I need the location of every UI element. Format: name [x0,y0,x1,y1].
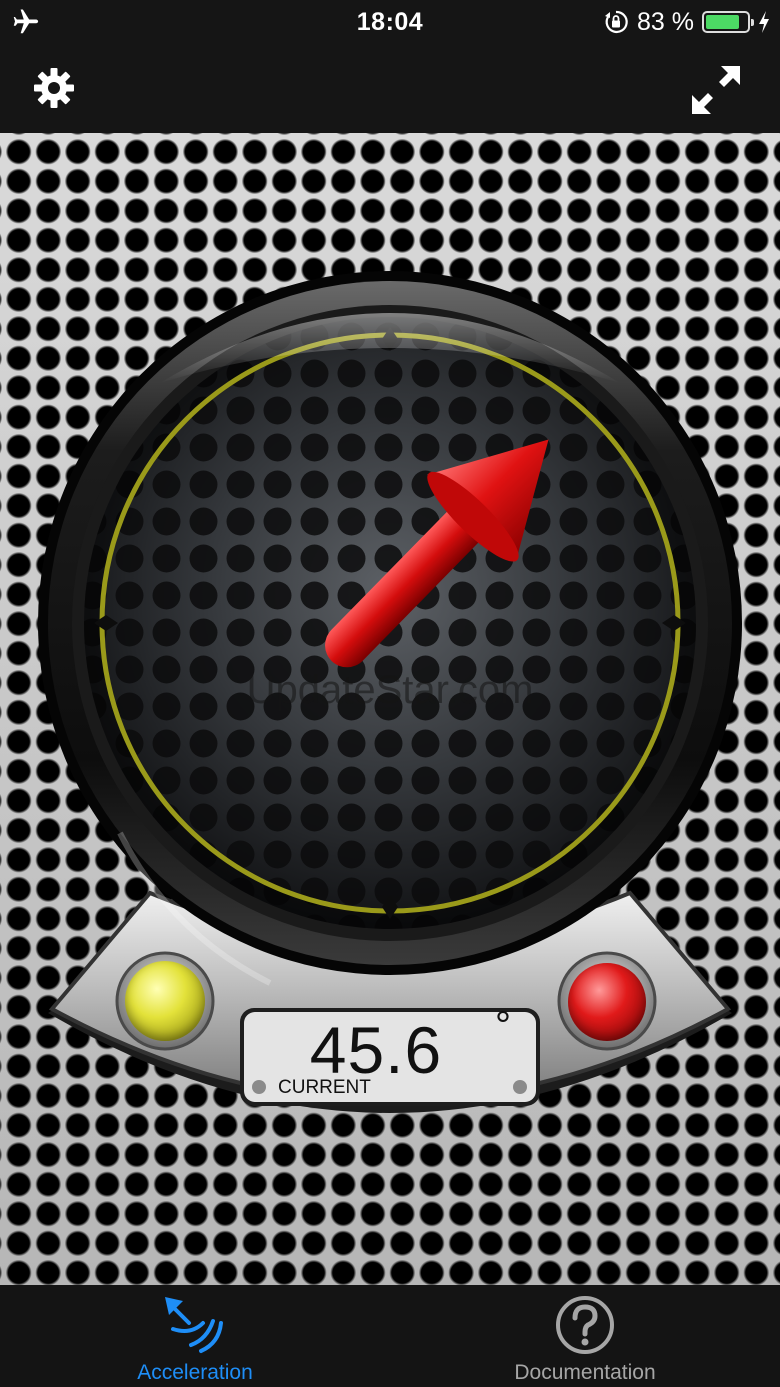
gauge-graphic [38,271,742,1113]
gear-icon[interactable] [30,64,78,112]
tab-label-acceleration: Acceleration [137,1361,253,1384]
yellow-indicator-light[interactable] [125,961,205,1041]
expand-fullscreen-icon[interactable] [688,62,744,118]
acceleration-arrows-icon [165,1297,223,1353]
angle-unit: ° [495,1004,511,1048]
nav-bar [0,44,780,133]
orientation-lock-icon [605,10,628,34]
tab-label-documentation: Documentation [514,1361,656,1384]
status-indicators: 83 % [603,6,770,38]
battery-level-fill [706,15,740,29]
gauge-stage: 45.6 ° CURRENT UpdateStar.com [0,133,780,1285]
charging-bolt-icon [759,11,769,33]
battery-percent: 83 % [637,7,694,36]
battery-nub [751,19,754,26]
battery-icon [702,11,754,33]
status-bar: 18:04 83 % [0,0,780,44]
question-mark-icon [556,1296,614,1354]
tab-documentation[interactable]: Documentation [390,1285,780,1387]
readout-label: CURRENT [278,1077,371,1098]
tab-bar: Acceleration Documentation [0,1285,780,1387]
tab-acceleration[interactable]: Acceleration [0,1285,390,1387]
red-indicator-light[interactable] [568,963,646,1041]
angle-readout: 45.6 ° CURRENT [243,1004,538,1104]
